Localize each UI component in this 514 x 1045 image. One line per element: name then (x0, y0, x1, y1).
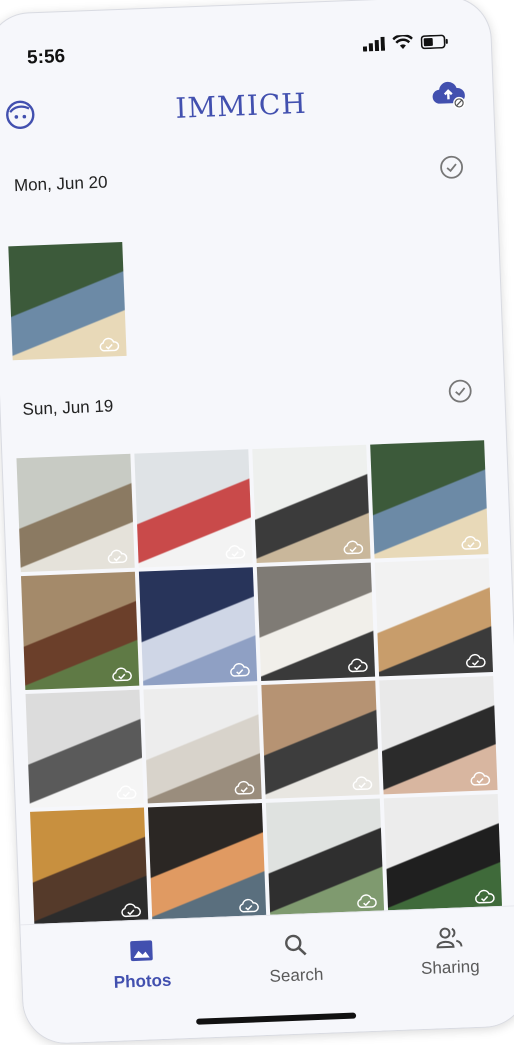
date-label: Sun, Jun 19 (22, 396, 114, 419)
select-group-icon[interactable] (448, 379, 473, 404)
photo-thumbnail[interactable] (25, 689, 144, 808)
cloud-check-icon (343, 540, 364, 555)
date-header: Mon, Jun 20 (13, 154, 474, 200)
photo-thumbnail[interactable] (16, 453, 135, 573)
bottom-navigation: Photos Search Sharing (20, 905, 514, 1045)
nav-search[interactable]: Search (235, 931, 357, 989)
photo-grid (16, 440, 503, 926)
app-header: IMMICH (0, 78, 494, 141)
cloud-check-icon (348, 658, 368, 673)
cloud-check-icon (230, 663, 250, 677)
nav-label: Search (269, 964, 324, 986)
cloud-check-icon (112, 667, 132, 682)
nav-photos[interactable]: Photos (81, 936, 203, 994)
date-header: Sun, Jun 19 (22, 378, 483, 424)
cloud-check-icon (475, 889, 495, 904)
photo-grid (8, 241, 127, 361)
nav-sharing[interactable]: Sharing (389, 925, 511, 981)
phone-screen: 5:56 IMMICH Mon, Jun 20 Sun, Jun 19 Phot… (0, 0, 514, 1045)
app-title: IMMICH (174, 86, 308, 125)
cloud-check-icon (239, 898, 259, 913)
status-icons (362, 33, 450, 52)
photo-thumbnail[interactable] (379, 676, 498, 795)
photo-thumbnail[interactable] (134, 449, 253, 568)
nav-label: Sharing (420, 956, 480, 979)
photo-thumbnail[interactable] (261, 680, 380, 799)
photo-thumbnail[interactable] (147, 803, 267, 922)
photo-thumbnail[interactable] (143, 685, 262, 804)
cloud-check-icon (357, 894, 377, 909)
photo-thumbnail[interactable] (383, 793, 503, 913)
cloud-check-icon (461, 536, 482, 550)
photo-thumbnail[interactable] (30, 807, 149, 926)
photo-thumbnail[interactable] (256, 562, 376, 681)
photo-thumbnail[interactable] (374, 558, 494, 677)
cloud-check-icon (470, 771, 491, 786)
photo-icon (130, 940, 153, 962)
photo-thumbnail[interactable] (138, 567, 258, 686)
cloud-check-icon (99, 337, 120, 352)
cloud-check-icon (121, 903, 141, 918)
people-icon (436, 927, 463, 949)
status-bar: 5:56 (25, 31, 454, 69)
photo-thumbnail[interactable] (265, 798, 385, 917)
cloud-check-icon (352, 776, 373, 791)
status-time: 5:56 (26, 46, 66, 69)
search-icon (285, 934, 307, 956)
photo-thumbnail[interactable] (20, 571, 140, 691)
cloud-check-icon (225, 545, 246, 559)
signal-icon (362, 36, 386, 52)
photo-thumbnail[interactable] (8, 241, 127, 361)
photo-thumbnail[interactable] (370, 440, 489, 559)
wifi-icon (392, 34, 413, 50)
cloud-check-icon (234, 780, 255, 795)
photo-thumbnail[interactable] (252, 444, 371, 564)
cloud-check-icon (107, 549, 128, 564)
nav-label: Photos (113, 970, 172, 992)
cloud-upload-icon[interactable] (430, 79, 467, 112)
cloud-check-icon (466, 653, 486, 668)
battery-icon (420, 34, 448, 49)
select-group-icon[interactable] (439, 155, 464, 180)
home-indicator (196, 1012, 357, 1025)
cloud-check-icon (116, 785, 137, 800)
date-label: Mon, Jun 20 (13, 172, 108, 196)
